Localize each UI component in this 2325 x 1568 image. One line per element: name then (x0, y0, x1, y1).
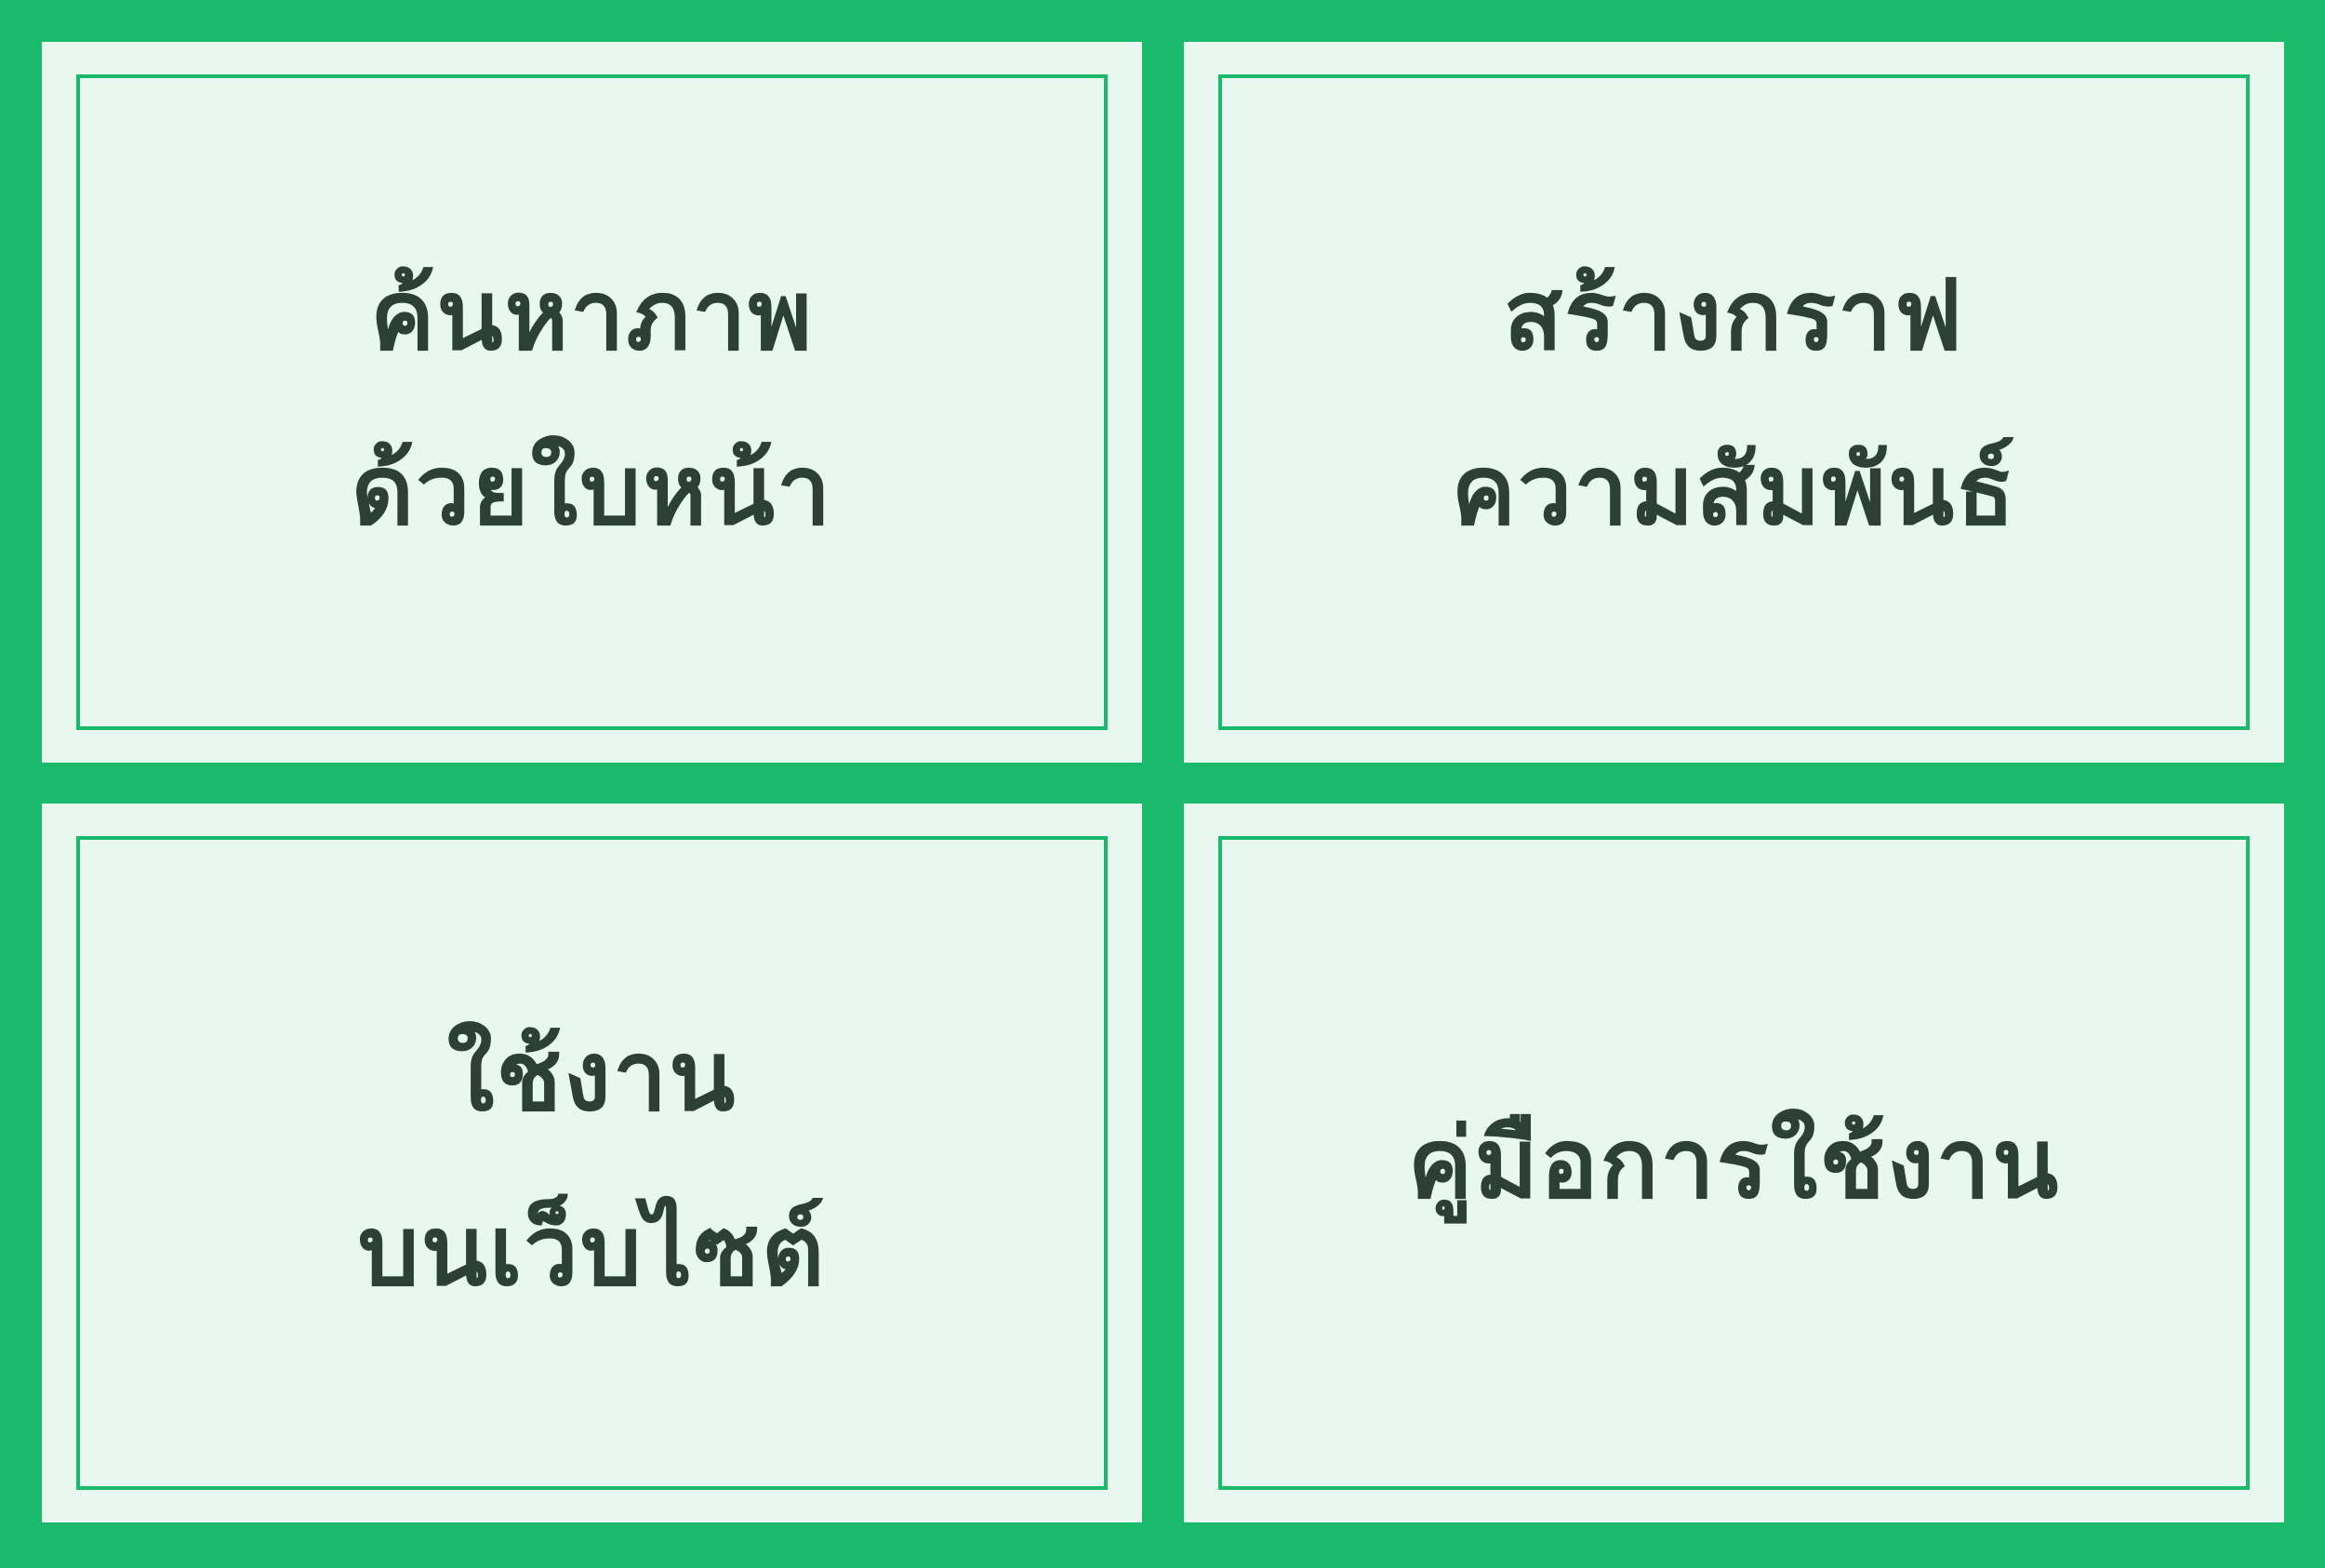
card-label-line-1: สร้างกราฟ (1503, 258, 1965, 372)
card-label: ค้นหาภาพ ด้วยใบหน้า (352, 228, 833, 578)
card-frame: สร้างกราฟ ความสัมพันธ์ (1218, 74, 2250, 730)
card-frame: ค้นหาภาพ ด้วยใบหน้า (76, 74, 1108, 730)
card-label: คู่มือการใช้งาน (1408, 1076, 2060, 1251)
card-label: สร้างกราฟ ความสัมพันธ์ (1451, 228, 2016, 578)
card-label-line-1: ใช้งาน (446, 1018, 737, 1133)
use-on-website-card[interactable]: ใช้งาน บนเว็บไซต์ (42, 804, 1142, 1522)
menu-grid: ค้นหาภาพ ด้วยใบหน้า สร้างกราฟ ความสัมพัน… (0, 0, 2325, 1568)
user-manual-card[interactable]: คู่มือการใช้งาน (1184, 804, 2284, 1522)
card-label-line-1: ค้นหาภาพ (369, 258, 815, 372)
card-label: ใช้งาน บนเว็บไซต์ (358, 989, 827, 1338)
card-label-line-1: คู่มือการใช้งาน (1407, 1106, 2061, 1220)
card-label-line-2: ความสัมพันธ์ (1451, 432, 2017, 547)
card-frame: คู่มือการใช้งาน (1218, 836, 2250, 1490)
face-search-card[interactable]: ค้นหาภาพ ด้วยใบหน้า (42, 42, 1142, 763)
card-label-line-2: ด้วยใบหน้า (351, 432, 833, 547)
card-label-line-2: บนเว็บไซต์ (357, 1193, 827, 1308)
relationship-graph-card[interactable]: สร้างกราฟ ความสัมพันธ์ (1184, 42, 2284, 763)
card-frame: ใช้งาน บนเว็บไซต์ (76, 836, 1108, 1490)
